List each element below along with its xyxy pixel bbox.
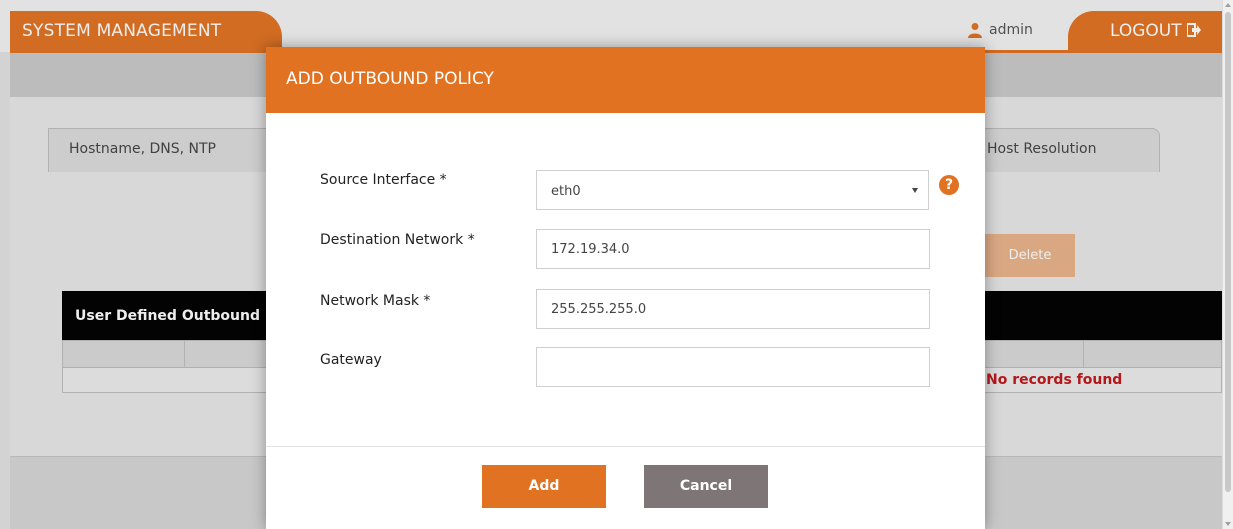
help-icon[interactable]: ? (939, 175, 959, 195)
network-mask-input[interactable] (536, 289, 930, 329)
network-mask-label: Network Mask * (320, 293, 431, 309)
scroll-thumb[interactable] (1225, 12, 1231, 492)
source-interface-label: Source Interface * (320, 172, 447, 188)
source-interface-value: eth0 (551, 184, 581, 199)
source-interface-select[interactable]: eth0 (536, 170, 929, 210)
cancel-button[interactable]: Cancel (644, 465, 768, 508)
add-button[interactable]: Add (482, 465, 606, 508)
dropdown-arrow-icon (912, 188, 918, 193)
page-scrollbar[interactable] (1222, 0, 1233, 529)
add-outbound-policy-dialog: ADD OUTBOUND POLICY Source Interface * e… (266, 47, 985, 529)
dialog-footer: Add Cancel (266, 446, 985, 529)
destination-network-input[interactable] (536, 229, 930, 269)
scroll-up-icon[interactable] (1225, 3, 1231, 7)
gateway-input[interactable] (536, 347, 930, 387)
scroll-down-icon[interactable] (1225, 522, 1231, 526)
destination-network-label: Destination Network * (320, 232, 475, 248)
dialog-title: ADD OUTBOUND POLICY (266, 47, 985, 113)
gateway-label: Gateway (320, 352, 382, 368)
